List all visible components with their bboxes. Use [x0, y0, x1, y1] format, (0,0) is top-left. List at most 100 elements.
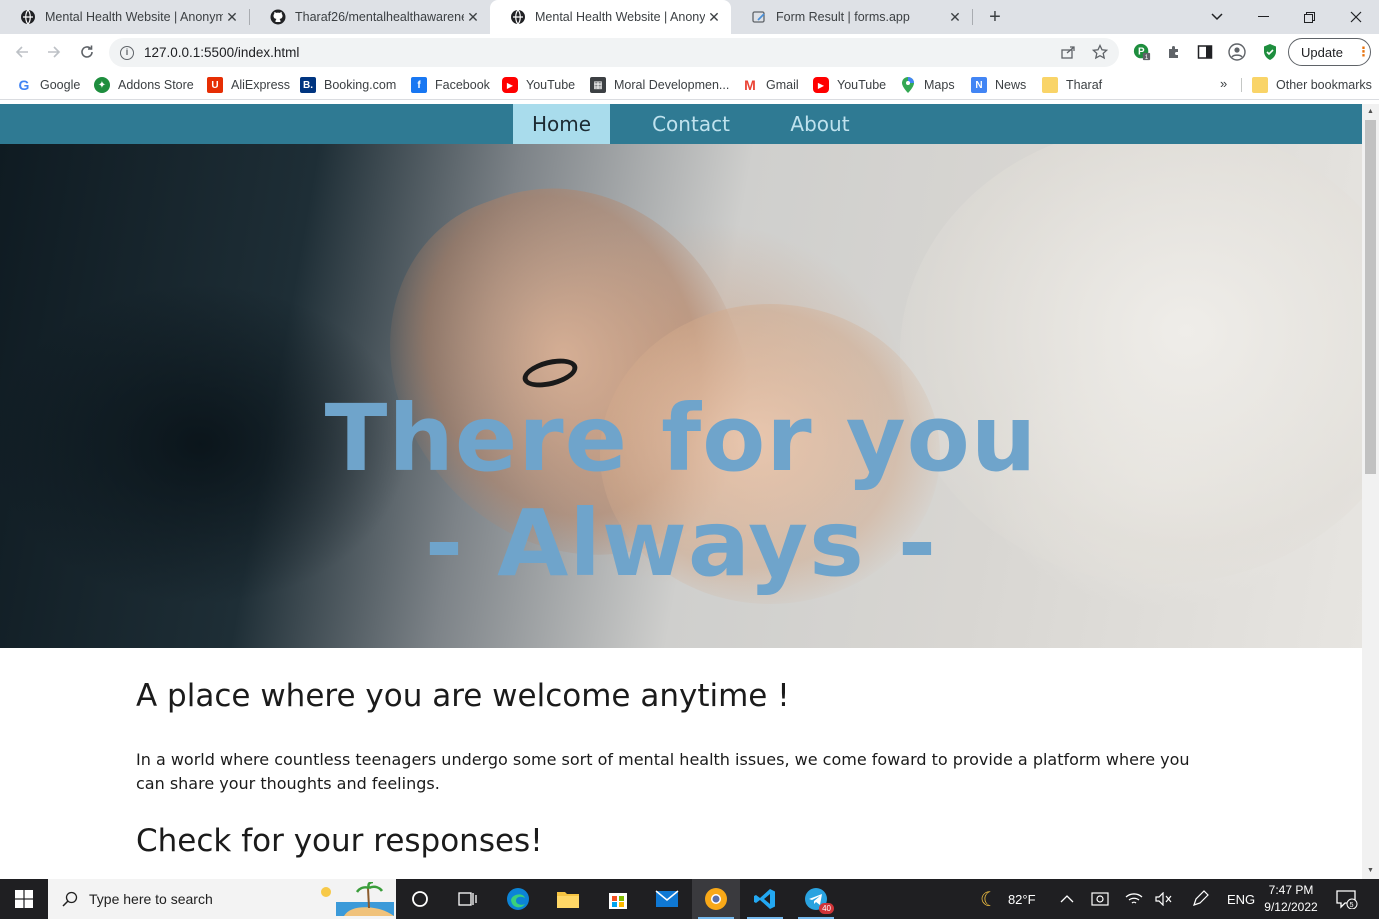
site-navbar: Home Contact About	[0, 104, 1362, 144]
bookmark-google[interactable]: G Google	[16, 76, 81, 94]
restore-icon[interactable]	[1286, 0, 1332, 34]
bookmark-star-icon[interactable]	[1092, 44, 1108, 60]
hero-banner: There for you - Always -	[0, 144, 1362, 648]
tab-title: Form Result | forms.app	[776, 10, 910, 24]
close-tab-icon[interactable]: ✕	[946, 8, 964, 26]
bookmark-aliexpress[interactable]: U AliExpress	[207, 76, 290, 94]
bookmark-booking[interactable]: B. Booking.com	[300, 76, 396, 94]
forward-arrow-icon[interactable]	[42, 40, 66, 64]
forms-app-icon	[751, 9, 767, 25]
update-label: Update	[1301, 44, 1343, 60]
url-text: 127.0.0.1:5500/index.html	[144, 45, 300, 60]
scroll-down-arrow-icon[interactable]: ▼	[1362, 864, 1379, 878]
taskbar-search-box[interactable]: Type here to search	[48, 879, 396, 919]
system-clock[interactable]: 7:47 PM 9/12/2022	[1256, 882, 1326, 916]
tab-divider	[972, 9, 973, 25]
cortana-icon[interactable]	[396, 879, 444, 919]
security-shield-icon[interactable]	[1261, 43, 1279, 61]
minimize-icon[interactable]	[1240, 0, 1286, 34]
new-tab-plus-icon[interactable]: +	[983, 5, 1007, 29]
web-page: Home Contact About There for you - Alway…	[0, 104, 1362, 879]
globe-icon	[510, 9, 526, 25]
facebook-icon: f	[411, 77, 427, 93]
scrollbar-thumb[interactable]	[1365, 120, 1376, 474]
bookmark-facebook[interactable]: f Facebook	[411, 76, 490, 94]
task-view-icon[interactable]	[444, 879, 492, 919]
wifi-icon[interactable]	[1125, 879, 1143, 919]
bookmark-maps[interactable]: Maps	[900, 76, 955, 94]
side-panel-icon[interactable]	[1196, 43, 1214, 61]
update-button[interactable]: Update ⋮	[1288, 38, 1371, 66]
globe-icon	[20, 9, 36, 25]
weather-widget[interactable]: ☾ 82°F	[980, 879, 1036, 919]
extension-p-icon[interactable]: P1	[1133, 43, 1151, 61]
clock-date: 9/12/2022	[1264, 900, 1318, 914]
vscode-icon[interactable]	[741, 879, 789, 919]
aliexpress-icon: U	[207, 77, 223, 93]
tab-title: Mental Health Website | Anonym	[535, 10, 705, 24]
chrome-canary-icon[interactable]	[692, 879, 740, 919]
bookmark-youtube-1[interactable]: ▶ YouTube	[502, 76, 575, 94]
language-indicator[interactable]: ENG	[1227, 879, 1255, 919]
microsoft-store-icon[interactable]	[594, 879, 642, 919]
notification-center-icon[interactable]: 5	[1336, 889, 1358, 910]
youtube-icon: ▶	[813, 77, 829, 93]
nav-contact[interactable]: Contact	[633, 104, 749, 144]
other-bookmarks-folder[interactable]: Other bookmarks	[1252, 76, 1372, 94]
nav-home[interactable]: Home	[513, 104, 610, 144]
gmail-icon: M	[744, 77, 756, 93]
browser-tab-3-active[interactable]: Mental Health Website | Anonym ✕	[490, 0, 731, 34]
show-hidden-icons-chevron[interactable]	[1060, 879, 1074, 919]
telegram-unread-badge: 40	[819, 903, 834, 914]
close-tab-icon[interactable]: ✕	[705, 8, 723, 26]
youtube-icon: ▶	[502, 77, 518, 93]
bookmark-folder-tharaf[interactable]: Tharaf	[1042, 76, 1102, 94]
browser-tab-1[interactable]: Mental Health Website | Anonym ✕	[0, 0, 249, 34]
bookmark-gmail[interactable]: M Gmail	[742, 76, 799, 94]
close-tab-icon[interactable]: ✕	[223, 8, 241, 26]
reload-icon[interactable]	[75, 40, 99, 64]
windows-taskbar: Type here to search 40 ☾ 82°F ENG 7:47 P…	[0, 879, 1379, 919]
mail-icon[interactable]	[643, 879, 691, 919]
bookmark-addons-store[interactable]: ✦ Addons Store	[94, 76, 194, 94]
close-window-icon[interactable]	[1333, 0, 1379, 34]
addons-icon: ✦	[94, 77, 110, 93]
profile-avatar-icon[interactable]	[1228, 43, 1246, 61]
nav-about[interactable]: About	[768, 104, 872, 144]
telegram-icon[interactable]: 40	[792, 879, 840, 919]
share-icon[interactable]	[1060, 44, 1076, 60]
more-bookmarks-chevron-icon[interactable]: »	[1220, 76, 1227, 91]
back-arrow-icon[interactable]	[10, 40, 34, 64]
browser-toolbar: i 127.0.0.1:5500/index.html P1 Update ⋮	[0, 34, 1379, 70]
bookmarks-bar: G Google ✦ Addons Store U AliExpress B. …	[0, 70, 1379, 100]
edge-browser-icon[interactable]	[494, 879, 542, 919]
close-tab-icon[interactable]: ✕	[464, 8, 482, 26]
tab-search-chevron-icon[interactable]	[1194, 0, 1240, 34]
welcome-heading: A place where you are welcome anytime !	[136, 678, 790, 714]
bookmark-news[interactable]: N News	[971, 76, 1026, 94]
browser-tab-4[interactable]: Form Result | forms.app ✕	[731, 0, 972, 34]
browser-tab-2[interactable]: Tharaf26/mentalhealthawareness ✕	[250, 0, 490, 34]
svg-text:1: 1	[1145, 54, 1149, 61]
pen-ink-icon[interactable]	[1191, 879, 1209, 919]
kebab-menu-icon: ⋮	[1356, 44, 1370, 59]
volume-muted-icon[interactable]	[1155, 879, 1173, 919]
search-icon	[60, 889, 80, 909]
responses-heading: Check for your responses!	[136, 823, 543, 859]
bookmark-moral-development[interactable]: ▦ Moral Developmen...	[590, 76, 729, 94]
extensions-puzzle-icon[interactable]	[1165, 43, 1183, 61]
address-bar[interactable]: i 127.0.0.1:5500/index.html	[109, 38, 1119, 67]
file-explorer-icon[interactable]	[544, 879, 592, 919]
svg-text:5: 5	[1350, 902, 1354, 909]
scroll-up-arrow-icon[interactable]: ▲	[1362, 105, 1379, 119]
site-info-icon[interactable]: i	[120, 45, 134, 60]
page-scrollbar[interactable]: ▲ ▼	[1362, 104, 1379, 879]
meet-now-icon[interactable]	[1091, 879, 1109, 919]
bookmarks-divider	[1241, 78, 1242, 92]
windows-start-icon[interactable]	[0, 879, 48, 919]
bookmark-youtube-2[interactable]: ▶ YouTube	[813, 76, 886, 94]
search-highlight-beach-icon	[321, 882, 394, 916]
tab-title: Mental Health Website | Anonym	[45, 10, 223, 24]
hero-title-line1: There for you	[324, 385, 1038, 492]
book-icon: ▦	[590, 77, 606, 93]
